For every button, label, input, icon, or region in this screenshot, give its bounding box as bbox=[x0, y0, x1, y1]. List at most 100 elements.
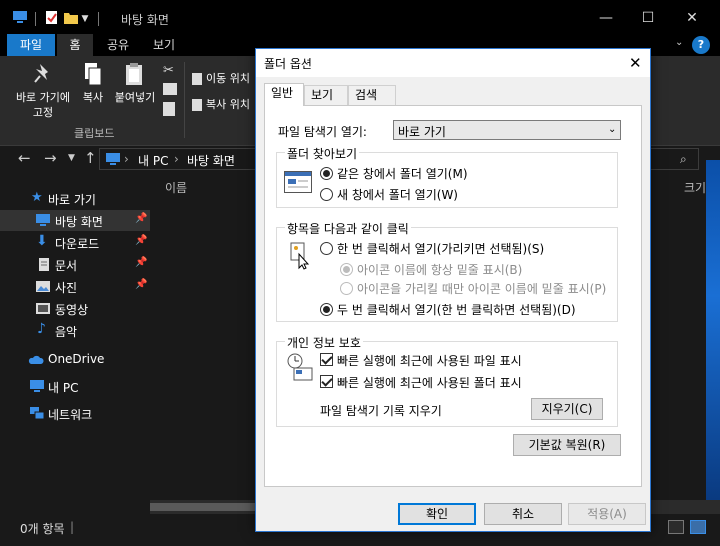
search-icon[interactable]: ⌕ bbox=[680, 152, 687, 167]
sidebar-item-music[interactable]: ♪ 음악 bbox=[0, 320, 150, 341]
move-to-button[interactable]: 이동 위치 bbox=[192, 70, 250, 86]
pin-icon[interactable]: 📌 bbox=[135, 257, 147, 268]
sidebar-item-pictures[interactable]: 사진 📌 bbox=[0, 276, 150, 297]
videos-icon bbox=[36, 303, 50, 314]
dialog-title-bar: 폴더 옵션 ✕ bbox=[256, 49, 650, 77]
sidebar-item-label: OneDrive bbox=[48, 352, 105, 366]
music-icon: ♪ bbox=[37, 321, 46, 337]
computer-icon bbox=[30, 380, 44, 392]
browse-folders-group: 폴더 찾아보기 같은 창에서 폴더 열기(M) 새 창에서 폴더 열기(W) bbox=[276, 145, 618, 208]
clear-history-button[interactable]: 지우기(C) bbox=[531, 398, 603, 420]
title-bar: ▼ 바탕 화면 — ☐ ✕ bbox=[0, 0, 720, 36]
sidebar-item-desktop[interactable]: 바탕 화면 📌 bbox=[0, 210, 150, 231]
properties-icon[interactable] bbox=[45, 11, 59, 24]
new-window-label[interactable]: 새 창에서 폴더 열기(W) bbox=[337, 186, 458, 203]
back-icon[interactable]: ← bbox=[18, 149, 31, 167]
privacy-group: 개인 정보 보호 빠른 실행에 최근에 사용된 파일 표시 빠른 실행에 최근에… bbox=[276, 334, 618, 427]
new-window-radio[interactable] bbox=[320, 188, 333, 201]
copy-button[interactable]: 복사 bbox=[78, 62, 108, 105]
breadcrumb-desktop[interactable]: 바탕 화면 bbox=[187, 152, 235, 169]
tab-share[interactable]: 공유 bbox=[96, 34, 140, 56]
network-icon bbox=[30, 407, 44, 420]
help-icon[interactable]: ? bbox=[692, 36, 710, 54]
pin-icon[interactable]: 📌 bbox=[135, 279, 147, 290]
sidebar-item-videos[interactable]: 동영상 bbox=[0, 298, 150, 319]
star-icon: ★ bbox=[31, 190, 43, 205]
pin-icon[interactable]: 📌 bbox=[135, 235, 147, 246]
ok-button[interactable]: 확인 bbox=[398, 503, 476, 525]
sidebar-item-label: 다운로드 bbox=[55, 237, 100, 251]
recent-folders-checkbox[interactable] bbox=[320, 375, 333, 388]
cut-icon[interactable]: ✂ bbox=[163, 63, 174, 78]
general-tab-panel: 파일 탐색기 열기: 바로 가기 ⌄ 폴더 찾아보기 같은 창에서 폴더 열기(… bbox=[264, 105, 642, 487]
tab-home[interactable]: 홈 bbox=[57, 34, 93, 56]
sidebar-item-onedrive[interactable]: OneDrive bbox=[0, 349, 150, 370]
paste-shortcut-icon[interactable] bbox=[163, 102, 175, 116]
sidebar-item-label: 내 PC bbox=[48, 381, 79, 395]
navigation-pane: ★ 바로 가기 바탕 화면 📌 ⬇ 다운로드 📌 문서 📌 사진 📌 동영상 ♪… bbox=[0, 174, 150, 514]
pin-label-line1: 바로 가기에 bbox=[15, 91, 71, 104]
explorer-open-label: 파일 탐색기 열기: bbox=[278, 125, 367, 139]
monitor-icon bbox=[13, 11, 27, 23]
ribbon-expand-icon[interactable]: ⌄ bbox=[675, 37, 683, 48]
cancel-button[interactable]: 취소 bbox=[484, 503, 562, 525]
quick-access-separator bbox=[98, 12, 99, 26]
single-click-label[interactable]: 한 번 클릭해서 열기(가리키면 선택됨)(S) bbox=[337, 240, 544, 257]
sidebar-item-network[interactable]: 네트워크 bbox=[0, 403, 150, 424]
recent-folders-label[interactable]: 빠른 실행에 최근에 사용된 폴더 표시 bbox=[337, 374, 522, 391]
tab-general[interactable]: 일반 bbox=[264, 83, 304, 106]
pin-icon bbox=[34, 64, 48, 83]
pin-quick-access-button[interactable]: 바로 가기에 고정 bbox=[10, 62, 76, 120]
dialog-close-button[interactable]: ✕ bbox=[629, 54, 642, 72]
same-window-radio[interactable] bbox=[320, 167, 333, 180]
tab-view[interactable]: 보기 bbox=[304, 85, 348, 105]
maximize-button[interactable]: ☐ bbox=[636, 8, 660, 28]
paste-button[interactable]: 붙여넣기 bbox=[112, 62, 158, 105]
underline-point-radio bbox=[340, 282, 353, 295]
copy-path-icon[interactable] bbox=[163, 83, 177, 95]
sidebar-item-documents[interactable]: 문서 📌 bbox=[0, 254, 150, 275]
tab-file[interactable]: 파일 bbox=[7, 34, 55, 56]
details-view-icon[interactable] bbox=[668, 520, 684, 534]
sidebar-item-label: 사진 bbox=[55, 281, 78, 295]
recent-locations-icon[interactable]: ▼ bbox=[68, 153, 75, 163]
forward-icon[interactable]: → bbox=[44, 149, 57, 167]
restore-defaults-button[interactable]: 기본값 복원(R) bbox=[513, 434, 621, 456]
customize-quick-access-icon[interactable]: ▼ bbox=[78, 9, 92, 29]
explorer-open-select[interactable]: 바로 가기 ⌄ bbox=[393, 120, 621, 140]
tab-search[interactable]: 검색 bbox=[348, 85, 396, 105]
column-header-name[interactable]: 이름 bbox=[165, 179, 187, 196]
click-cursor-icon bbox=[290, 242, 310, 270]
copy-to-icon bbox=[192, 99, 202, 111]
double-click-label[interactable]: 두 번 클릭해서 열기(한 번 클릭하면 선택됨)(D) bbox=[337, 301, 576, 318]
sidebar-item-this-pc[interactable]: 내 PC bbox=[0, 376, 150, 397]
new-folder-icon[interactable] bbox=[64, 11, 78, 24]
single-click-radio[interactable] bbox=[320, 242, 333, 255]
recent-files-label[interactable]: 빠른 실행에 최근에 사용된 파일 표시 bbox=[337, 352, 522, 369]
chevron-down-icon: ⌄ bbox=[608, 124, 617, 135]
tab-view[interactable]: 보기 bbox=[142, 34, 186, 56]
recent-files-checkbox[interactable] bbox=[320, 353, 333, 366]
up-icon[interactable]: ↑ bbox=[84, 149, 97, 167]
same-window-label[interactable]: 같은 창에서 폴더 열기(M) bbox=[337, 165, 468, 182]
privacy-icon bbox=[287, 353, 313, 381]
underline-always-radio bbox=[340, 263, 353, 276]
close-button[interactable]: ✕ bbox=[680, 8, 704, 28]
breadcrumb-this-pc[interactable]: 내 PC bbox=[138, 152, 168, 169]
folder-options-dialog: 폴더 옵션 ✕ 일반 보기 검색 파일 탐색기 열기: 바로 가기 ⌄ 폴더 찾… bbox=[255, 48, 651, 532]
browse-folders-title: 폴더 찾아보기 bbox=[285, 145, 360, 162]
copy-to-label: 복사 위치 bbox=[206, 98, 250, 111]
pin-label-line2: 고정 bbox=[32, 106, 54, 119]
pin-icon[interactable]: 📌 bbox=[135, 213, 147, 224]
scrollbar-thumb[interactable] bbox=[150, 503, 260, 511]
sidebar-item-label: 바탕 화면 bbox=[55, 215, 103, 229]
minimize-button[interactable]: — bbox=[594, 8, 618, 28]
large-icons-view-icon[interactable] bbox=[690, 520, 706, 534]
sidebar-item-quick-access[interactable]: ★ 바로 가기 bbox=[0, 188, 150, 209]
column-header-size[interactable]: 크기 bbox=[684, 179, 706, 196]
double-click-radio[interactable] bbox=[320, 303, 333, 316]
sidebar-item-downloads[interactable]: ⬇ 다운로드 📌 bbox=[0, 232, 150, 253]
pictures-icon bbox=[36, 281, 50, 292]
underline-always-label: 아이콘 이름에 항상 밑줄 표시(B) bbox=[357, 263, 523, 277]
copy-to-button[interactable]: 복사 위치 bbox=[192, 96, 250, 112]
